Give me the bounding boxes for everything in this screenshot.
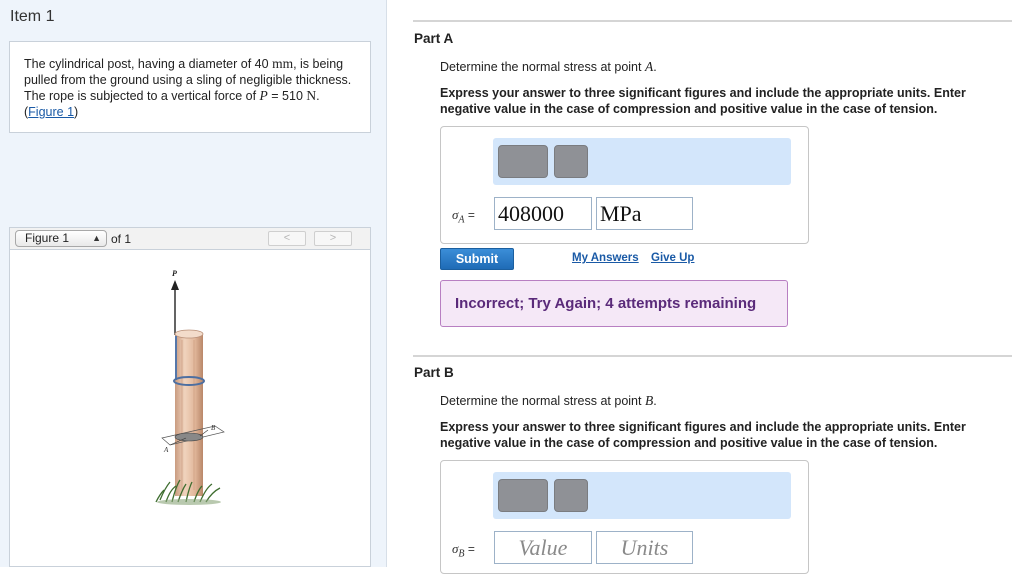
part-a-instructions: Express your answer to three significant…: [440, 86, 966, 116]
divider-part-b: [413, 355, 1012, 357]
next-figure-button[interactable]: >: [314, 231, 352, 246]
part-b-answer-box: σB = Value Units: [440, 460, 809, 574]
part-b-title: Part B: [414, 365, 454, 380]
force-arrow-head: [171, 280, 179, 290]
figure-nav-bar: Figure 1 ▲ of 1 < >: [9, 227, 371, 250]
part-b-value-input[interactable]: Value: [494, 531, 592, 564]
figure-count: of 1: [111, 232, 132, 246]
problem-statement: The cylindrical post, having a diameter …: [9, 41, 371, 133]
problem-text: The cylindrical post, having a diameter …: [24, 57, 269, 71]
prev-figure-button[interactable]: <: [268, 231, 306, 246]
select-arrows-icon: ▲: [92, 233, 101, 243]
part-b-prompt-end: .: [653, 394, 657, 408]
unit-mm: mm: [272, 56, 294, 71]
sigma-b-label: σB =: [452, 541, 475, 559]
sigma-a-equals: =: [467, 208, 475, 222]
part-a-prompt: Determine the normal stress at point A.: [440, 59, 657, 75]
part-b-toolbar: [493, 472, 791, 519]
part-a-prompt-end: .: [653, 60, 657, 74]
label-p: P: [172, 269, 177, 278]
figure-select-value: Figure 1: [25, 231, 70, 245]
part-b-prompt-text: Determine the normal stress at point: [440, 394, 642, 408]
sigma-a-label: σA =: [452, 207, 475, 225]
part-b-instructions: Express your answer to three significant…: [440, 420, 966, 450]
feedback-message: Incorrect; Try Again; 4 attempts remaini…: [440, 280, 788, 327]
my-answers-link[interactable]: My Answers: [572, 252, 639, 264]
left-pane: Item 1 The cylindrical post, having a di…: [0, 0, 387, 567]
submit-button[interactable]: Submit: [440, 248, 514, 270]
close-paren: ): [74, 105, 79, 119]
give-up-link[interactable]: Give Up: [651, 252, 694, 264]
divider-part-a: [413, 20, 1012, 22]
part-b-prompt: Determine the normal stress at point B.: [440, 393, 657, 409]
right-pane: Part A Determine the normal stress at po…: [387, 0, 1024, 574]
section-cut: [174, 432, 204, 442]
post-figure: P A B: [155, 269, 225, 505]
part-a-units-input[interactable]: MPa: [596, 197, 693, 230]
item-title: Item 1: [10, 8, 55, 25]
figure-link[interactable]: Figure 1: [28, 105, 74, 119]
undo-button-b-icon[interactable]: [554, 479, 588, 512]
label-b: B: [211, 424, 216, 432]
part-a-value-input[interactable]: 408000: [494, 197, 592, 230]
figure-area: P A B: [9, 250, 371, 567]
sigma-a-sub: A: [458, 214, 465, 226]
force-value: = 510: [271, 89, 303, 103]
sigma-b-equals: =: [467, 542, 475, 556]
part-a-title: Part A: [414, 31, 454, 46]
part-a-answer-box: σA = 408000 MPa: [440, 126, 809, 244]
part-b-point: B: [644, 393, 654, 408]
part-a-prompt-text: Determine the normal stress at point: [440, 60, 642, 74]
unit-n: N: [306, 88, 317, 103]
undo-button-icon[interactable]: [554, 145, 588, 178]
template-button-icon[interactable]: [498, 145, 548, 178]
post-body: [175, 334, 203, 496]
part-a-toolbar: [493, 138, 791, 185]
template-button-b-icon[interactable]: [498, 479, 548, 512]
post-top: [174, 329, 204, 339]
figure-select[interactable]: Figure 1 ▲: [15, 230, 107, 247]
label-a: A: [163, 446, 169, 454]
part-b-units-input[interactable]: Units: [596, 531, 693, 564]
part-a-point: A: [644, 59, 654, 74]
var-p: P: [259, 88, 268, 103]
sigma-b-sub: B: [458, 548, 465, 560]
